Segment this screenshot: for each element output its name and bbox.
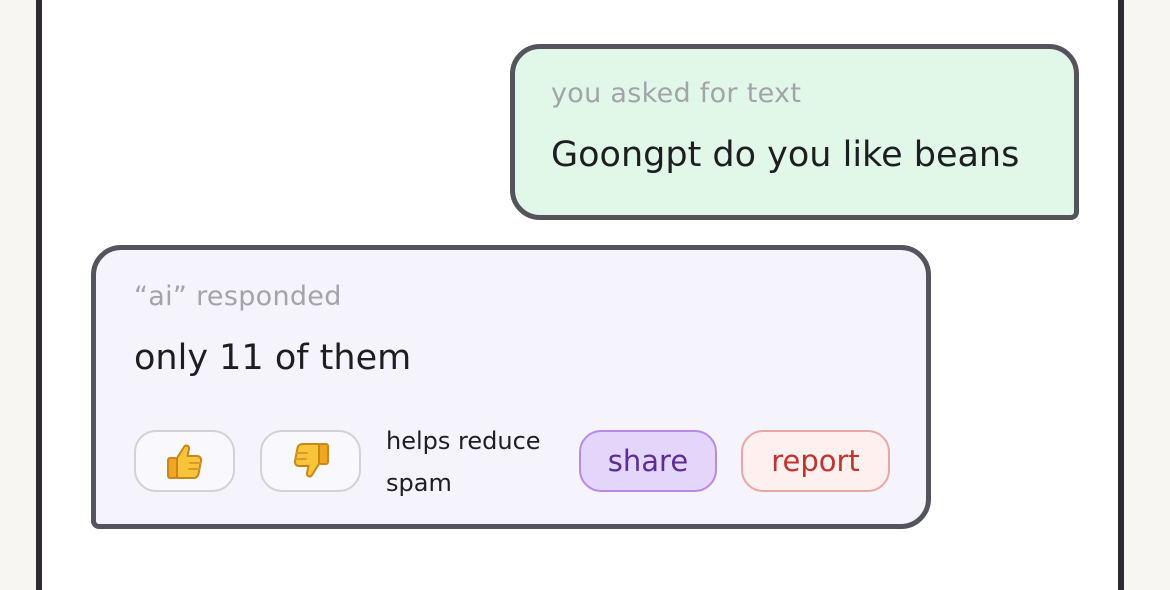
ai-message-bubble: “ai” responded only 11 of them helps red… <box>91 245 931 529</box>
ai-message-text: only 11 of them <box>134 338 412 378</box>
user-message-bubble: you asked for text Goongpt do you like b… <box>510 44 1079 220</box>
report-button[interactable]: report <box>741 430 890 492</box>
thumbs-down-icon <box>293 443 329 478</box>
share-button[interactable]: share <box>579 430 717 492</box>
user-message-meta: you asked for text <box>551 78 802 109</box>
feedback-hint: helps reduce spam <box>386 427 541 497</box>
thumbs-down-button[interactable] <box>260 430 361 492</box>
ai-message-meta: “ai” responded <box>134 281 342 312</box>
thumbs-up-icon <box>166 444 202 479</box>
thumbs-up-button[interactable] <box>134 430 235 492</box>
user-message-text: Goongpt do you like beans <box>551 135 1020 175</box>
